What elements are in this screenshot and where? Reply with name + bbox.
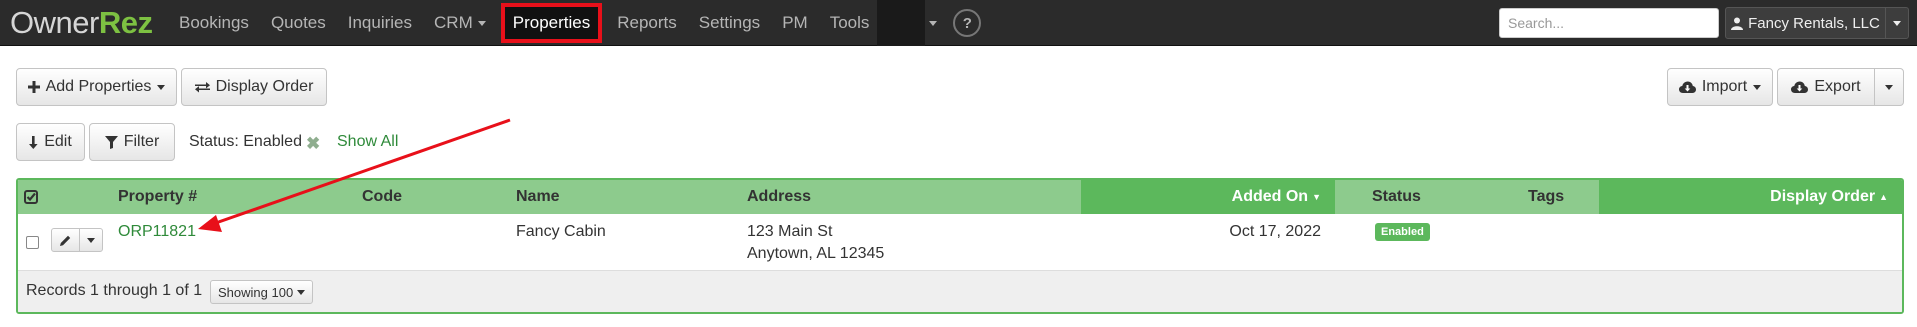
search-input[interactable] [1499, 8, 1719, 38]
redacted-nav-area [877, 0, 926, 46]
export-label: Export [1814, 78, 1861, 95]
nav-bookings[interactable]: Bookings [168, 0, 260, 46]
nav-inquiries[interactable]: Inquiries [337, 0, 423, 46]
edit-button[interactable]: Edit [16, 123, 85, 161]
filter-button[interactable]: Filter [89, 123, 175, 161]
nav-bookings-label: Bookings [179, 13, 249, 32]
nav-crm-label: CRM [434, 13, 473, 32]
status-badge: Enabled [1375, 223, 1430, 241]
logo-rez-text: Rez [98, 5, 153, 40]
column-header-property-no[interactable]: Property # [118, 180, 197, 214]
nav-tools-label: Tools [829, 13, 870, 32]
swap-arrows-icon [194, 82, 210, 93]
help-icon: ? [962, 14, 972, 32]
column-header-code[interactable]: Code [362, 180, 402, 214]
nav-settings[interactable]: Settings [688, 0, 771, 46]
filter-label: Filter [123, 133, 160, 150]
add-properties-button[interactable]: Add Properties [16, 68, 177, 106]
row-select-checkbox[interactable] [26, 236, 39, 249]
nav-tools[interactable]: Tools [819, 0, 938, 46]
display-order-header-label: Display Order [1770, 188, 1876, 206]
nav-settings-label: Settings [698, 13, 761, 32]
nav-properties[interactable]: Properties [500, 3, 603, 43]
column-header-added-on[interactable]: Added On ▼ [1081, 180, 1335, 214]
column-header-address[interactable]: Address [747, 180, 811, 214]
column-header-tags[interactable]: Tags [1528, 180, 1564, 214]
account-menu-button[interactable]: Fancy Rentals, LLC [1725, 7, 1909, 39]
row-actions-button-group [51, 228, 103, 252]
chevron-down-icon [477, 20, 486, 26]
cloud-download-icon [1791, 81, 1809, 93]
records-count: Records 1 through 1 of 1 [26, 282, 203, 299]
page-size-label: Showing 100 [218, 284, 294, 300]
added-on-header-label: Added On [1231, 188, 1309, 206]
nav-inquiries-label: Inquiries [347, 13, 413, 32]
plus-icon [27, 81, 40, 93]
column-header-display-order[interactable]: Display Order ▲ [1599, 180, 1902, 214]
properties-table: Property # Code Name Address Added On ▼ S… [16, 178, 1904, 314]
table-row: ORP11821 Fancy Cabin 123 Main St Anytown… [18, 214, 1902, 270]
export-dropdown-toggle[interactable] [1874, 68, 1904, 106]
chevron-down-icon [1753, 84, 1762, 90]
top-navbar: OwnerRez Bookings Quotes Inquiries CRM P… [0, 0, 1917, 46]
cloud-download-icon [1678, 81, 1696, 93]
nav-reports[interactable]: Reports [606, 0, 688, 46]
row-actions-dropdown[interactable] [80, 229, 102, 251]
import-label: Import [1701, 78, 1748, 95]
added-on-date: Oct 17, 2022 [1229, 223, 1321, 240]
edit-label: Edit [44, 133, 72, 150]
column-header-name[interactable]: Name [516, 180, 560, 214]
table-header: Property # Code Name Address Added On ▼ S… [18, 180, 1902, 214]
column-header-status[interactable]: Status [1372, 180, 1421, 214]
main-nav: Bookings Quotes Inquiries CRM Properties… [168, 0, 982, 46]
nav-crm[interactable]: CRM [423, 0, 497, 46]
select-all-checkbox[interactable] [24, 180, 44, 214]
address-line-2: Anytown, AL 12345 [747, 245, 885, 262]
nav-quotes-label: Quotes [270, 13, 326, 32]
import-button[interactable]: Import [1667, 68, 1773, 106]
chevron-down-icon[interactable] [929, 20, 938, 26]
display-order-button[interactable]: Display Order [181, 68, 327, 106]
nav-reports-label: Reports [617, 13, 677, 32]
account-dropdown-toggle[interactable] [1886, 20, 1908, 26]
chevron-down-icon [157, 84, 166, 90]
chevron-down-icon [1893, 20, 1901, 26]
nav-pm[interactable]: PM [771, 0, 819, 46]
account-name-button[interactable]: Fancy Rentals, LLC [1726, 8, 1886, 38]
display-order-label: Display Order [215, 78, 314, 95]
logo-owner-text: Owner [10, 5, 99, 40]
status-filter-label: Status: Enabled [189, 133, 302, 150]
export-button[interactable]: Export [1777, 68, 1875, 106]
pencil-icon [60, 235, 71, 246]
add-properties-label: Add Properties [45, 78, 152, 95]
nav-pm-label: PM [782, 13, 808, 32]
help-button[interactable]: ? [953, 9, 982, 37]
user-icon [1731, 17, 1744, 30]
nav-quotes[interactable]: Quotes [260, 0, 337, 46]
ownerrez-logo[interactable]: OwnerRez [10, 5, 153, 41]
row-edit-button[interactable] [52, 229, 80, 251]
nav-properties-label: Properties [512, 13, 591, 32]
property-number-link[interactable]: ORP11821 [118, 221, 196, 242]
sort-arrow-icon [29, 135, 38, 149]
show-all-link[interactable]: Show All [337, 133, 398, 151]
chevron-down-icon [1885, 84, 1893, 90]
chevron-down-icon [297, 289, 306, 295]
address-line-1: 123 Main St [747, 223, 833, 240]
checked-box-icon [24, 190, 38, 204]
account-name: Fancy Rentals, LLC [1748, 14, 1880, 32]
sort-desc-icon: ▼ [1312, 192, 1321, 202]
filter-icon [104, 135, 118, 149]
property-name: Fancy Cabin [516, 223, 606, 240]
clear-filter-icon[interactable]: ✖ [306, 134, 320, 154]
table-footer: Records 1 through 1 of 1 Showing 100 [18, 270, 1902, 312]
sort-asc-icon: ▲ [1879, 192, 1888, 202]
chevron-down-icon [87, 237, 95, 243]
page-size-dropdown[interactable]: Showing 100 [210, 280, 314, 304]
